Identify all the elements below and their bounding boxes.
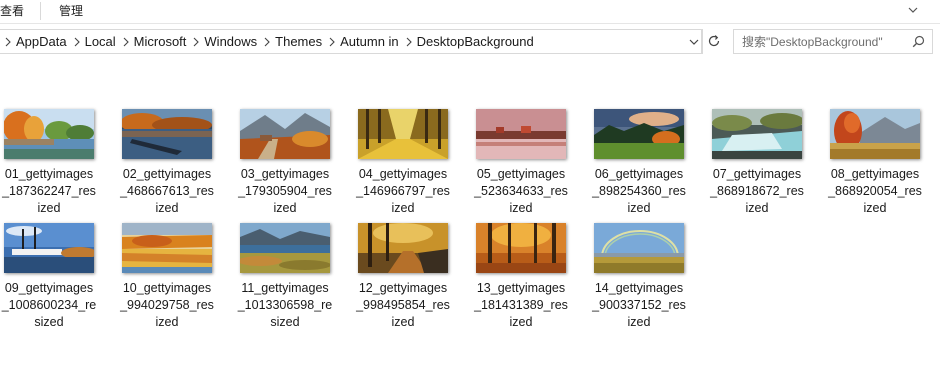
chevron-down-icon[interactable]	[688, 36, 700, 48]
file-item[interactable]: 02_gettyimages _468667613_res ized	[120, 109, 214, 219]
file-name: 10_gettyimages _994029758_res ized	[120, 281, 214, 329]
file-name: 05_gettyimages _523634633_res ized	[474, 167, 568, 215]
file-thumbnail	[358, 109, 448, 159]
file-thumbnail	[122, 223, 212, 273]
chevron-down-icon[interactable]	[906, 3, 920, 17]
breadcrumb-item-local[interactable]: Local	[85, 30, 118, 53]
file-name: 01_gettyimages _187362247_res ized	[2, 167, 96, 215]
breadcrumb-item-windows[interactable]: Windows	[204, 30, 259, 53]
file-item[interactable]: 05_gettyimages _523634633_res ized	[474, 109, 568, 219]
chevron-right-icon[interactable]	[324, 30, 340, 53]
thumbnail-image	[122, 223, 212, 273]
chevron-right-icon[interactable]	[188, 30, 204, 53]
search-input[interactable]	[742, 30, 902, 53]
file-item[interactable]: 11_gettyimages _1013306598_re sized	[238, 223, 332, 333]
thumbnail-image	[4, 109, 94, 159]
ribbon-tab-manage[interactable]: 管理	[59, 3, 83, 20]
file-item[interactable]: 12_gettyimages _998495854_res ized	[356, 223, 450, 333]
file-item[interactable]: 08_gettyimages _868920054_res ized	[828, 109, 922, 219]
file-thumbnail	[240, 223, 330, 273]
file-thumbnail	[476, 223, 566, 273]
file-item[interactable]: 10_gettyimages _994029758_res ized	[120, 223, 214, 333]
thumbnail-image	[594, 223, 684, 273]
chevron-right-icon[interactable]	[69, 30, 85, 53]
chevron-right-icon[interactable]	[118, 30, 134, 53]
chevron-right-icon[interactable]	[401, 30, 417, 53]
file-item[interactable]: 14_gettyimages _900337152_res ized	[592, 223, 686, 333]
refresh-icon	[708, 35, 720, 47]
file-thumbnail	[712, 109, 802, 159]
file-name: 07_gettyimages _868918672_res ized	[710, 167, 804, 215]
ribbon: 查看 管理	[0, 0, 940, 24]
thumbnail-image	[358, 109, 448, 159]
breadcrumb-item-themes[interactable]: Themes	[275, 30, 324, 53]
thumbnail-image	[476, 109, 566, 159]
ribbon-tab-view[interactable]: 查看	[0, 3, 24, 20]
file-name: 08_gettyimages _868920054_res ized	[828, 167, 922, 215]
file-thumbnail	[594, 109, 684, 159]
file-name: 09_gettyimages _1008600234_re sized	[1, 281, 97, 329]
search-icon[interactable]	[912, 35, 925, 48]
file-item[interactable]: 13_gettyimages _181431389_res ized	[474, 223, 568, 333]
breadcrumb-item-autumn-in[interactable]: Autumn in	[340, 30, 401, 53]
file-name: 04_gettyimages _146966797_res ized	[356, 167, 450, 215]
thumbnail-image	[122, 109, 212, 159]
address-bar[interactable]: AppData Local Microsoft Windows Themes A…	[0, 29, 702, 54]
breadcrumb-item-desktopbackground[interactable]: DesktopBackground	[417, 30, 536, 53]
breadcrumb-item-appdata[interactable]: AppData	[16, 30, 69, 53]
file-thumbnail	[358, 223, 448, 273]
ribbon-divider	[40, 2, 41, 20]
thumbnail-image	[594, 109, 684, 159]
file-name: 02_gettyimages _468667613_res ized	[120, 167, 214, 215]
thumbnail-image	[476, 223, 566, 273]
file-item[interactable]: 04_gettyimages _146966797_res ized	[356, 109, 450, 219]
file-item[interactable]: 03_gettyimages _179305904_res ized	[238, 109, 332, 219]
file-thumbnail	[830, 109, 920, 159]
file-name: 12_gettyimages _998495854_res ized	[356, 281, 450, 329]
thumbnail-image	[240, 109, 330, 159]
file-name: 13_gettyimages _181431389_res ized	[474, 281, 568, 329]
thumbnail-image	[830, 109, 920, 159]
file-thumbnail	[476, 109, 566, 159]
thumbnail-image	[712, 109, 802, 159]
file-item[interactable]: 09_gettyimages _1008600234_re sized	[2, 223, 96, 333]
file-item[interactable]: 06_gettyimages _898254360_res ized	[592, 109, 686, 219]
breadcrumb-item-microsoft[interactable]: Microsoft	[134, 30, 189, 53]
file-thumbnail	[122, 109, 212, 159]
file-thumbnail	[594, 223, 684, 273]
chevron-right-icon[interactable]	[0, 30, 16, 53]
file-name: 03_gettyimages _179305904_res ized	[238, 167, 332, 215]
address-divider	[702, 29, 703, 54]
file-thumbnail	[4, 109, 94, 159]
file-name: 06_gettyimages _898254360_res ized	[592, 167, 686, 215]
thumbnail-image	[358, 223, 448, 273]
file-item[interactable]: 07_gettyimages _868918672_res ized	[710, 109, 804, 219]
thumbnail-image	[240, 223, 330, 273]
breadcrumb: AppData Local Microsoft Windows Themes A…	[0, 30, 536, 53]
search-box[interactable]	[733, 29, 933, 54]
chevron-right-icon[interactable]	[259, 30, 275, 53]
file-item[interactable]: 01_gettyimages _187362247_res ized	[2, 109, 96, 219]
refresh-button[interactable]	[706, 31, 722, 51]
file-name: 14_gettyimages _900337152_res ized	[592, 281, 686, 329]
thumbnail-image	[4, 223, 94, 273]
file-name: 11_gettyimages _1013306598_re sized	[237, 281, 333, 329]
file-thumbnail	[4, 223, 94, 273]
file-thumbnail	[240, 109, 330, 159]
